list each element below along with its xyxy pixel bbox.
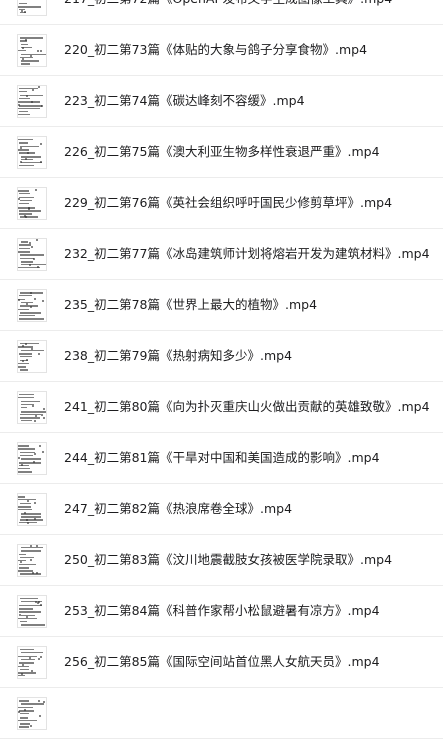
video-thumbnail-icon (17, 646, 47, 679)
file-row[interactable]: 241_初二第80篇《向为扑灭重庆山火做出贡献的英雄致敬》.mp4 (0, 382, 443, 433)
video-thumbnail-icon (17, 442, 47, 475)
video-thumbnail-icon (17, 289, 47, 322)
video-thumbnail-icon (17, 85, 47, 118)
file-name: 220_初二第73篇《体贴的大象与鸽子分享食物》.mp4 (64, 42, 368, 57)
file-row[interactable]: 250_初二第83篇《汶川地震截肢女孩被医学院录取》.mp4 (0, 535, 443, 586)
file-row[interactable]: 217_初二第72篇《OpenAI-发布文字生成图像工具》.mp4 (0, 0, 443, 25)
file-row[interactable]: 244_初二第81篇《干旱对中国和美国造成的影响》.mp4 (0, 433, 443, 484)
video-thumbnail-icon (17, 697, 47, 730)
file-name: 232_初二第77篇《冰岛建筑师计划将熔岩开发为建筑材料》.mp4 (64, 246, 430, 261)
file-name: 241_初二第80篇《向为扑灭重庆山火做出贡献的英雄致敬》.mp4 (64, 399, 430, 414)
file-row[interactable]: 253_初二第84篇《科普作家帮小松鼠避暑有凉方》.mp4 (0, 586, 443, 637)
video-thumbnail-icon (17, 340, 47, 373)
file-row[interactable]: 256_初二第85篇《国际空间站首位黑人女航天员》.mp4 (0, 637, 443, 688)
file-name: 223_初二第74篇《碳达峰刻不容缓》.mp4 (64, 93, 305, 108)
video-thumbnail-icon (17, 544, 47, 577)
file-row[interactable]: 235_初二第78篇《世界上最大的植物》.mp4 (0, 280, 443, 331)
file-name: 217_初二第72篇《OpenAI-发布文字生成图像工具》.mp4 (64, 0, 392, 8)
file-row[interactable]: 220_初二第73篇《体贴的大象与鸽子分享食物》.mp4 (0, 25, 443, 76)
file-name: 226_初二第75篇《澳大利亚生物多样性衰退严重》.mp4 (64, 144, 380, 159)
file-row[interactable]: 229_初二第76篇《英社会组织呼吁国民少修剪草坪》.mp4 (0, 178, 443, 229)
video-thumbnail-icon (17, 238, 47, 271)
file-name: 229_初二第76篇《英社会组织呼吁国民少修剪草坪》.mp4 (64, 195, 393, 210)
file-row[interactable]: 223_初二第74篇《碳达峰刻不容缓》.mp4 (0, 76, 443, 127)
file-name: 250_初二第83篇《汶川地震截肢女孩被医学院录取》.mp4 (64, 552, 393, 567)
video-thumbnail-icon (17, 34, 47, 67)
video-thumbnail-icon (17, 0, 47, 16)
file-list: 217_初二第72篇《OpenAI-发布文字生成图像工具》.mp4 220_初二第… (0, 0, 443, 739)
video-thumbnail-icon (17, 391, 47, 424)
file-name: 244_初二第81篇《干旱对中国和美国造成的影响》.mp4 (64, 450, 380, 465)
video-thumbnail-icon (17, 493, 47, 526)
video-thumbnail-icon (17, 136, 47, 169)
file-row[interactable]: 232_初二第77篇《冰岛建筑师计划将熔岩开发为建筑材料》.mp4 (0, 229, 443, 280)
file-name: 256_初二第85篇《国际空间站首位黑人女航天员》.mp4 (64, 654, 380, 669)
file-row[interactable]: 226_初二第75篇《澳大利亚生物多样性衰退严重》.mp4 (0, 127, 443, 178)
video-thumbnail-icon (17, 595, 47, 628)
file-name: 247_初二第82篇《热浪席卷全球》.mp4 (64, 501, 293, 516)
file-name: 253_初二第84篇《科普作家帮小松鼠避暑有凉方》.mp4 (64, 603, 380, 618)
video-thumbnail-icon (17, 187, 47, 220)
file-name: 235_初二第78篇《世界上最大的植物》.mp4 (64, 297, 318, 312)
file-row[interactable]: 247_初二第82篇《热浪席卷全球》.mp4 (0, 484, 443, 535)
file-row[interactable] (0, 688, 443, 739)
file-row[interactable]: 238_初二第79篇《热射病知多少》.mp4 (0, 331, 443, 382)
file-name: 238_初二第79篇《热射病知多少》.mp4 (64, 348, 293, 363)
